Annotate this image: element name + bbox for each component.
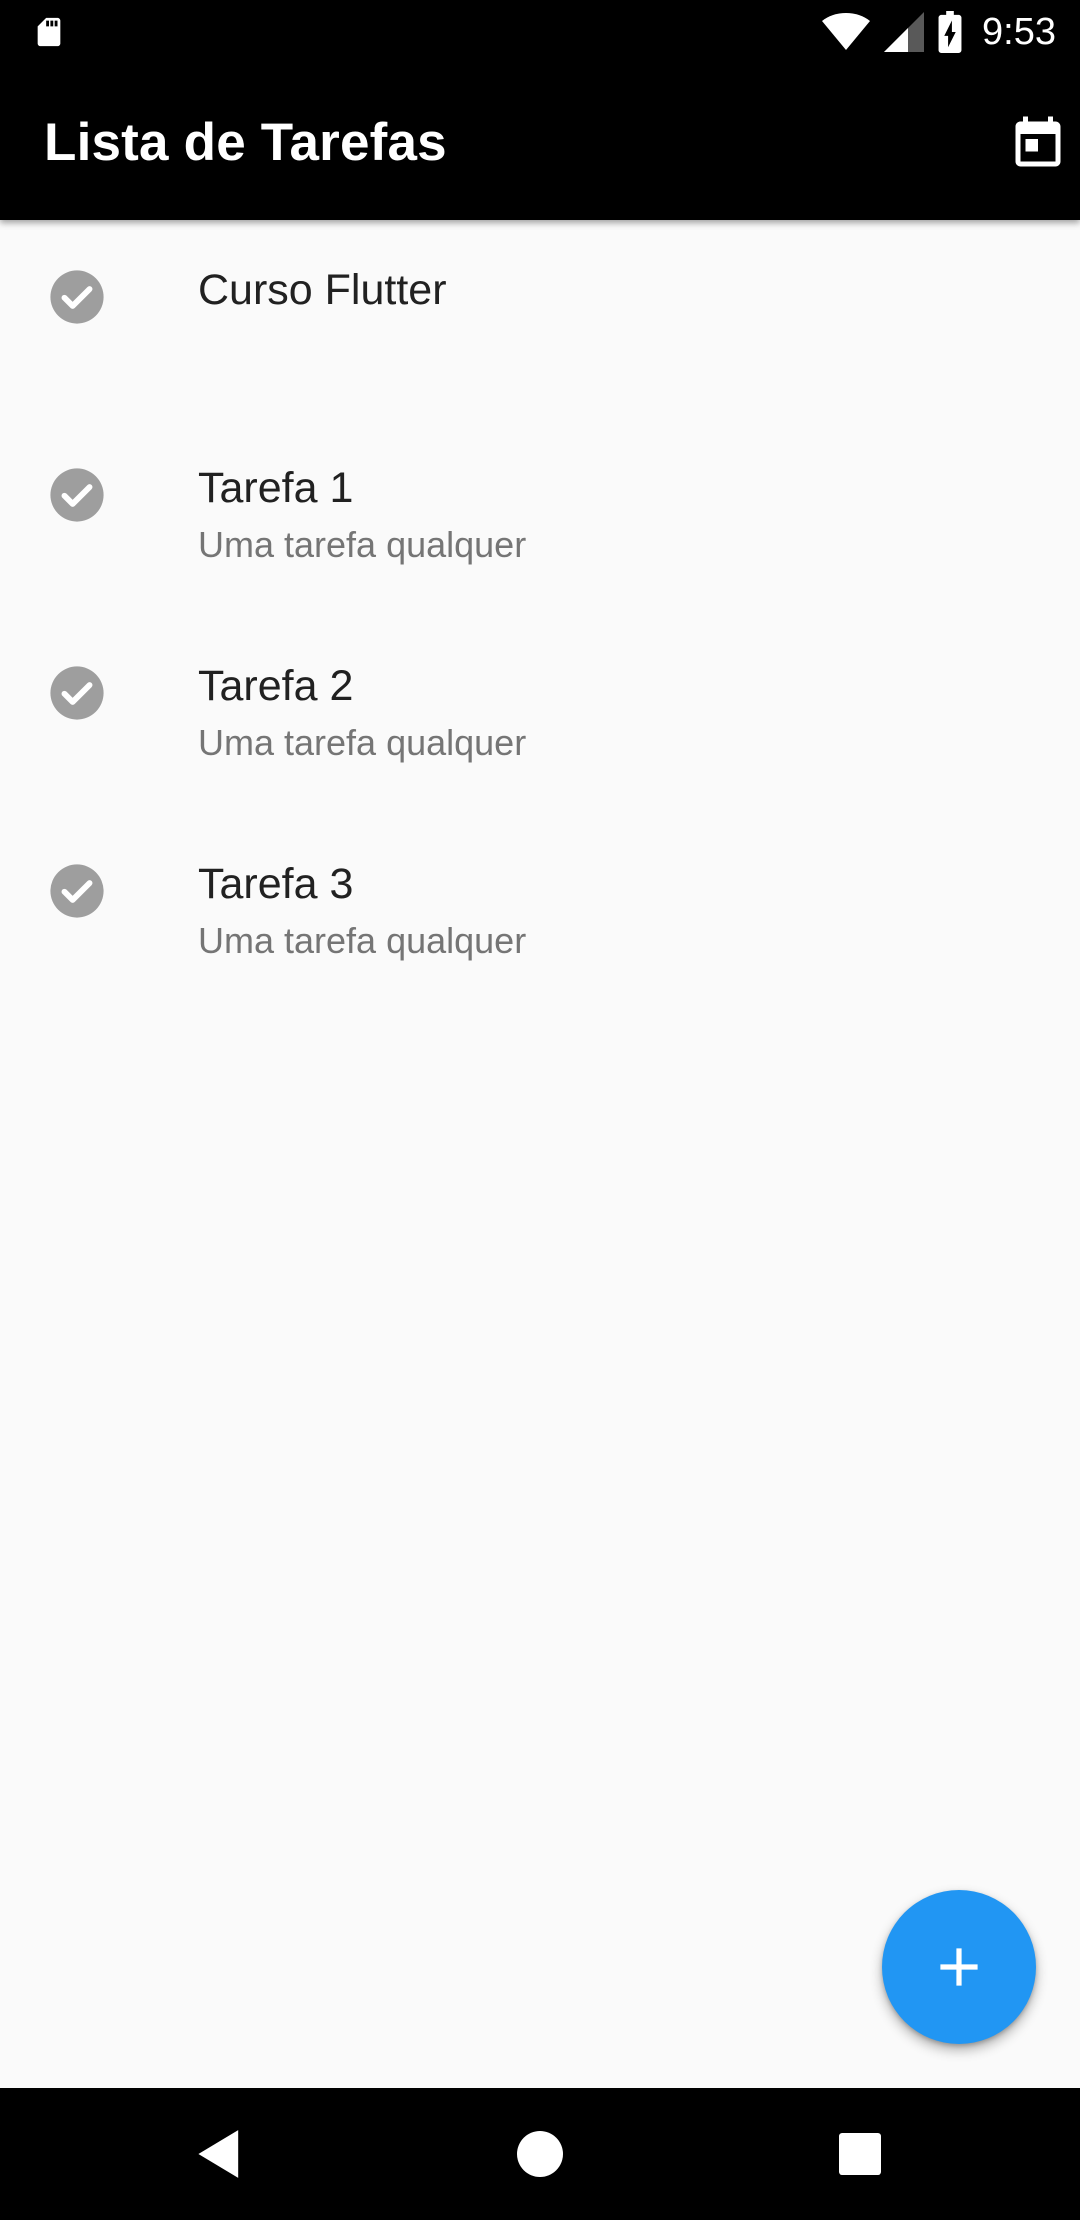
status-bar: 9:53	[0, 0, 1080, 64]
check-circle-icon[interactable]	[48, 268, 106, 326]
task-list: Curso Flutter Tarefa 1 Uma tarefa qualqu…	[0, 220, 1080, 1012]
add-icon	[940, 1948, 978, 1986]
status-time: 9:53	[982, 10, 1056, 53]
task-title: Curso Flutter	[198, 266, 447, 314]
status-icons: 9:53	[822, 0, 1056, 64]
cell-signal-icon	[884, 12, 925, 52]
back-icon	[198, 2130, 239, 2178]
list-item[interactable]: Tarefa 1 Uma tarefa qualquer	[0, 418, 1080, 616]
check-circle-icon[interactable]	[48, 664, 106, 722]
task-title: Tarefa 2	[198, 662, 354, 710]
list-item[interactable]: Tarefa 3 Uma tarefa qualquer	[0, 814, 1080, 1012]
list-item[interactable]: Tarefa 2 Uma tarefa qualquer	[0, 616, 1080, 814]
sd-card-icon	[37, 17, 61, 47]
home-button[interactable]	[500, 2114, 580, 2194]
recents-button[interactable]	[820, 2114, 900, 2194]
battery-charging-icon	[938, 11, 962, 53]
app-bar: Lista de Tarefas	[0, 64, 1080, 220]
add-task-button[interactable]	[882, 1890, 1036, 2044]
calendar-button[interactable]	[1002, 108, 1074, 180]
app-screen: 9:53 Lista de Tarefas Curso Flutter Tare	[0, 0, 1080, 2220]
check-circle-icon[interactable]	[48, 862, 106, 920]
task-subtitle: Uma tarefa qualquer	[198, 920, 527, 961]
recents-icon	[839, 2133, 881, 2175]
list-item[interactable]: Curso Flutter	[0, 220, 1080, 418]
calendar-icon	[1015, 116, 1061, 167]
task-title: Tarefa 1	[198, 464, 354, 512]
home-icon	[517, 2131, 563, 2177]
task-subtitle: Uma tarefa qualquer	[198, 524, 527, 565]
navigation-bar	[0, 2088, 1080, 2220]
task-title: Tarefa 3	[198, 860, 354, 908]
check-circle-icon[interactable]	[48, 466, 106, 524]
wifi-icon	[822, 13, 871, 50]
task-subtitle: Uma tarefa qualquer	[198, 722, 527, 763]
back-button[interactable]	[180, 2114, 260, 2194]
page-title: Lista de Tarefas	[44, 113, 447, 172]
